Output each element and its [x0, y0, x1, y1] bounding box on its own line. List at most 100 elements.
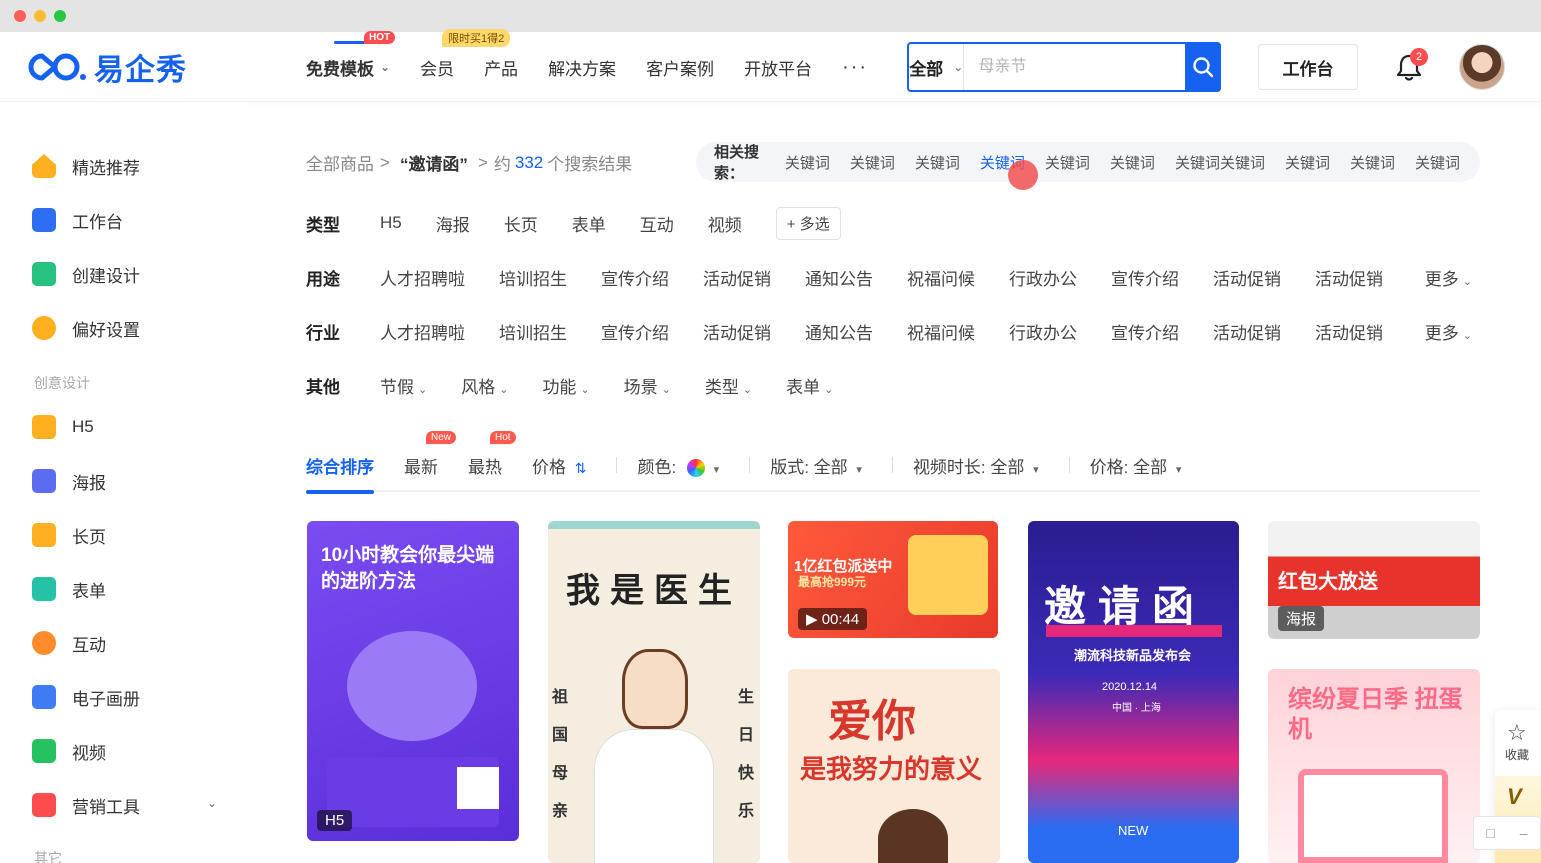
filter-option[interactable]: 视频: [708, 211, 742, 236]
search-button[interactable]: [1185, 42, 1221, 92]
divider: [616, 457, 618, 473]
close-window-button[interactable]: [14, 10, 26, 22]
sort-hottest[interactable]: Hot 最热: [468, 430, 516, 478]
minimize-window-button[interactable]: [34, 10, 46, 22]
nav-open-platform[interactable]: 开放平台: [744, 55, 812, 80]
filter-option[interactable]: H5: [380, 213, 402, 233]
layout-filter[interactable]: 版式: 全部 ▾: [770, 453, 862, 478]
filter-option[interactable]: 人才招聘啦: [380, 265, 465, 290]
filter-option[interactable]: 行政办公: [1009, 265, 1077, 290]
related-keyword[interactable]: 关键词关键词: [1175, 152, 1265, 173]
filter-option[interactable]: 通知公告: [805, 265, 873, 290]
nav-free-templates[interactable]: HOT 免费模板 ⌄: [306, 30, 396, 80]
related-keyword[interactable]: 关键词: [1415, 152, 1460, 173]
nav-membership[interactable]: 限时买1得2 会员: [420, 28, 511, 80]
multi-select-button[interactable]: + 多选: [775, 206, 841, 240]
sidebar-item-longpage[interactable]: 长页: [32, 520, 106, 550]
related-keyword[interactable]: 关键词: [1110, 152, 1155, 173]
filter-option[interactable]: 活动促销: [703, 265, 771, 290]
related-keyword[interactable]: 关键词: [915, 152, 960, 173]
related-keyword[interactable]: 关键词: [1045, 152, 1090, 173]
filter-option[interactable]: 活动促销: [1213, 319, 1281, 344]
template-card[interactable]: 10小时教会你最尖端的进阶方法 H5: [307, 521, 519, 841]
sort-active-indicator: [306, 489, 374, 494]
sidebar-item-label: 视频: [72, 743, 106, 763]
collect-label[interactable]: 收藏: [1505, 746, 1529, 763]
filter-option[interactable]: 活动促销: [1315, 265, 1383, 290]
filter-option[interactable]: 宣传介绍: [601, 265, 669, 290]
sidebar-section-other: 其它: [34, 850, 62, 863]
filter-option[interactable]: 培训招生: [499, 265, 567, 290]
filter-option[interactable]: 通知公告: [805, 319, 873, 344]
filter-option[interactable]: 互动: [640, 211, 674, 236]
filter-dropdown[interactable]: 风格 ⌄: [461, 373, 508, 398]
filter-dropdown[interactable]: 功能 ⌄: [542, 373, 589, 398]
nav-cases[interactable]: 客户案例: [646, 55, 714, 80]
sidebar-item-form[interactable]: 表单: [32, 574, 106, 604]
more-button[interactable]: 更多 ⌄: [1425, 319, 1472, 344]
duration-filter[interactable]: 视频时长: 全部 ▾: [913, 453, 1039, 478]
filter-option[interactable]: 宣传介绍: [601, 319, 669, 344]
related-keyword[interactable]: 关键词: [1350, 152, 1395, 173]
sidebar-item-preferences[interactable]: 偏好设置: [32, 313, 140, 343]
sidebar-item-marketing[interactable]: 营销工具: [32, 790, 140, 820]
filter-dropdown[interactable]: 节假 ⌄: [380, 373, 427, 398]
filter-option[interactable]: 宣传介绍: [1111, 319, 1179, 344]
caret-down-icon: ▾: [1175, 463, 1182, 476]
filter-option[interactable]: 活动促销: [703, 319, 771, 344]
nav-more-button[interactable]: ···: [842, 56, 868, 79]
filter-dropdown[interactable]: 场景 ⌄: [624, 373, 671, 398]
star-icon[interactable]: ☆: [1507, 720, 1527, 746]
image-icon: [32, 469, 56, 493]
sort-comprehensive[interactable]: 综合排序: [306, 453, 374, 494]
sidebar-item-ebook[interactable]: 电子画册: [32, 682, 140, 712]
nav-solutions[interactable]: 解决方案: [548, 55, 616, 80]
minus-icon[interactable]: –: [1520, 825, 1528, 841]
sidebar-item-interactive[interactable]: 互动: [32, 628, 106, 658]
template-card[interactable]: 缤纷夏日季 扭蛋机: [1268, 669, 1480, 863]
sort-newest[interactable]: New 最新: [404, 430, 457, 478]
filter-dropdown[interactable]: 表单 ⌄: [786, 373, 833, 398]
filter-option[interactable]: 祝福问候: [907, 319, 975, 344]
user-avatar[interactable]: [1459, 44, 1505, 90]
chevron-down-icon[interactable]: ⌄: [207, 796, 217, 810]
sidebar-item-workbench[interactable]: 工作台: [32, 205, 123, 235]
related-keyword[interactable]: 关键词: [850, 152, 895, 173]
filter-dropdown[interactable]: 类型 ⌄: [705, 373, 752, 398]
template-card[interactable]: 邀请函 潮流科技新品发布会 2020.12.14 中国 · 上海 NEW: [1028, 521, 1239, 863]
filter-option[interactable]: 表单: [572, 211, 606, 236]
template-card[interactable]: 1亿红包派送中 最高抢999元 ▶ 00:44: [788, 521, 998, 638]
filter-option[interactable]: 海报: [436, 211, 470, 236]
search-input[interactable]: [964, 44, 1186, 90]
workbench-button[interactable]: 工作台: [1258, 44, 1358, 90]
sidebar-item-video[interactable]: 视频: [32, 736, 106, 766]
filter-option[interactable]: 行政办公: [1009, 319, 1077, 344]
nav-products[interactable]: 产品: [484, 55, 518, 80]
maximize-window-button[interactable]: [54, 10, 66, 22]
sidebar-item-h5[interactable]: H5: [32, 412, 94, 442]
filter-option[interactable]: 宣传介绍: [1111, 265, 1179, 290]
template-card[interactable]: 我是医生 祖国母亲 生日快乐: [548, 521, 760, 863]
filter-option[interactable]: 培训招生: [499, 319, 567, 344]
sidebar-item-create[interactable]: 创建设计: [32, 259, 140, 289]
search-scope-select[interactable]: 全部 ⌄: [909, 44, 965, 90]
related-keyword[interactable]: 关键词: [785, 152, 830, 173]
filter-option[interactable]: 祝福问候: [907, 265, 975, 290]
more-button[interactable]: 更多 ⌄: [1425, 265, 1472, 290]
sort-price[interactable]: 价格 ⇅: [532, 453, 586, 478]
filter-option[interactable]: 活动促销: [1213, 265, 1281, 290]
filter-option[interactable]: 长页: [504, 211, 538, 236]
price-filter[interactable]: 价格: 全部 ▾: [1090, 453, 1182, 478]
color-filter[interactable]: 颜色: ▾: [637, 453, 719, 478]
related-keyword[interactable]: 关键词: [1285, 152, 1330, 173]
lock-icon[interactable]: □: [1486, 825, 1494, 841]
template-card[interactable]: 红包大放送 海报: [1268, 521, 1480, 639]
filter-option[interactable]: 人才招聘啦: [380, 319, 465, 344]
top-header: 易企秀 HOT 免费模板 ⌄ 限时买1得2 会员 产品 解决方案 客户案例 开放…: [0, 28, 1541, 102]
filter-option[interactable]: 活动促销: [1315, 319, 1383, 344]
logo[interactable]: 易企秀: [28, 48, 187, 87]
breadcrumb-root[interactable]: 全部商品: [306, 150, 374, 175]
template-card[interactable]: 爱你 是我努力的意义: [788, 669, 1000, 863]
sidebar-item-poster[interactable]: 海报: [32, 466, 106, 496]
sidebar-item-featured[interactable]: 精选推荐: [32, 151, 140, 181]
